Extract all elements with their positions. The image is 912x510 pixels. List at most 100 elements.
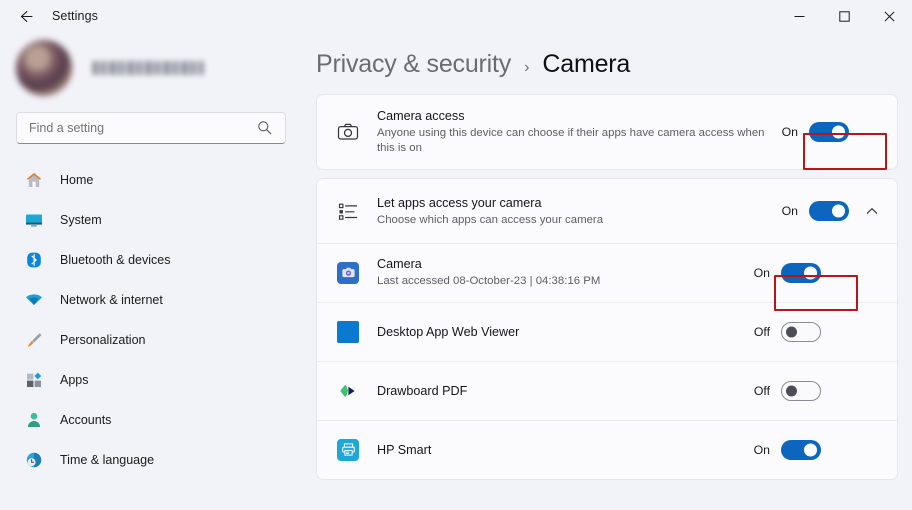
bluetooth-icon (22, 248, 46, 272)
app-name: Camera (377, 256, 740, 272)
app-control-camera: On (750, 263, 821, 283)
app-row-camera: Camera Last accessed 08-October-23 | 04:… (317, 243, 897, 302)
search-input[interactable] (16, 112, 286, 144)
sidebar-item-home[interactable]: Home (14, 160, 286, 200)
minimize-button[interactable] (777, 0, 822, 32)
hp-smart-icon (333, 439, 363, 461)
app-row-desktop-app-web-viewer: Desktop App Web Viewer Off (317, 302, 897, 361)
page-title: Camera (542, 50, 630, 79)
app-control-drawboard-pdf: Off (750, 381, 821, 401)
let-apps-description: Choose which apps can access your camera (377, 213, 768, 228)
app-state: On (750, 266, 770, 280)
toggle-knob (804, 443, 817, 456)
camera-access-state: On (778, 125, 798, 139)
toggle-knob (804, 266, 817, 279)
window-controls (777, 0, 912, 32)
home-icon (22, 168, 46, 192)
sidebar-item-apps[interactable]: Apps (14, 360, 286, 400)
sidebar-item-system[interactable]: System (14, 200, 286, 240)
toggle-knob (786, 326, 797, 337)
list-icon (333, 199, 363, 223)
camera-access-toggle[interactable] (809, 122, 849, 142)
window-title: Settings (52, 9, 98, 23)
sidebar-item-label: Accounts (60, 413, 111, 427)
let-apps-control: On (778, 201, 881, 221)
breadcrumb-parent-link[interactable]: Privacy & security (316, 50, 511, 79)
toggle-knob (832, 126, 845, 139)
sidebar-item-label: Network & internet (60, 293, 163, 307)
account-name (92, 61, 204, 75)
app-row-drawboard-pdf: Drawboard PDF Off (317, 361, 897, 420)
sidebar-item-label: Apps (60, 373, 89, 387)
camera-app-icon (333, 262, 363, 284)
app-control-desktop-app-web-viewer: Off (750, 322, 821, 342)
sidebar-nav: Home System (14, 160, 302, 480)
camera-access-title: Camera access (377, 108, 768, 124)
camera-access-text: Camera access Anyone using this device c… (377, 108, 778, 156)
sidebar-item-bluetooth-devices[interactable]: Bluetooth & devices (14, 240, 286, 280)
sidebar-item-label: Bluetooth & devices (60, 253, 171, 267)
app-state: On (750, 443, 770, 457)
camera-outline-icon (333, 120, 363, 144)
toggle-knob (786, 385, 797, 396)
let-apps-state: On (778, 204, 798, 218)
search-container (16, 112, 286, 144)
app-name: Desktop App Web Viewer (377, 324, 740, 340)
minimize-icon (794, 11, 805, 22)
accounts-icon (22, 408, 46, 432)
app-control-hp-smart: On (750, 440, 821, 460)
desktop-app-web-viewer-icon (333, 321, 363, 343)
toggle-knob (832, 205, 845, 218)
app-name: HP Smart (377, 442, 740, 458)
app-name: Drawboard PDF (377, 383, 740, 399)
settings-window: Settings (0, 0, 912, 510)
app-state: Off (750, 384, 770, 398)
close-icon (884, 11, 895, 22)
camera-access-card: Camera access Anyone using this device c… (316, 94, 898, 170)
content-pane: Privacy & security › Camera Camera ac (302, 32, 912, 510)
app-text-hp-smart: HP Smart (377, 442, 750, 458)
let-apps-row[interactable]: Let apps access your camera Choose which… (317, 179, 897, 243)
let-apps-title: Let apps access your camera (377, 195, 768, 211)
sidebar-item-label: Personalization (60, 333, 145, 347)
back-button[interactable] (8, 1, 42, 31)
let-apps-card: Let apps access your camera Choose which… (316, 178, 898, 480)
apps-icon (22, 368, 46, 392)
avatar (16, 40, 72, 96)
sidebar-item-network-internet[interactable]: Network & internet (14, 280, 286, 320)
sidebar: Home System (0, 32, 302, 510)
sidebar-item-accounts[interactable]: Accounts (14, 400, 286, 440)
app-row-hp-smart: HP Smart On (317, 420, 897, 479)
app-toggle-camera[interactable] (781, 263, 821, 283)
personalization-icon (22, 328, 46, 352)
sidebar-item-time-language[interactable]: Time & language (14, 440, 286, 480)
app-tile (337, 262, 359, 284)
window-body: Home System (0, 32, 912, 510)
sidebar-item-label: Home (60, 173, 93, 187)
let-apps-toggle[interactable] (809, 201, 849, 221)
drawboard-pdf-icon (333, 380, 363, 402)
app-toggle-desktop-app-web-viewer[interactable] (781, 322, 821, 342)
app-text-camera: Camera Last accessed 08-October-23 | 04:… (377, 256, 750, 289)
system-icon (22, 208, 46, 232)
app-last-accessed: Last accessed 08-October-23 | 04:38:16 P… (377, 274, 740, 289)
chevron-up-icon[interactable] (863, 204, 881, 218)
app-toggle-drawboard-pdf[interactable] (781, 381, 821, 401)
camera-access-control: On (778, 122, 849, 142)
close-button[interactable] (867, 0, 912, 32)
app-toggle-hp-smart[interactable] (781, 440, 821, 460)
camera-access-description: Anyone using this device can choose if t… (377, 126, 768, 156)
account-profile[interactable] (14, 32, 302, 104)
network-icon (22, 288, 46, 312)
app-tile (337, 321, 359, 343)
camera-access-row: Camera access Anyone using this device c… (317, 95, 897, 169)
title-bar: Settings (0, 0, 912, 32)
back-arrow-icon (17, 8, 34, 25)
app-tile (337, 439, 359, 461)
sidebar-item-label: Time & language (60, 453, 154, 467)
app-state: Off (750, 325, 770, 339)
breadcrumb: Privacy & security › Camera (316, 32, 898, 94)
sidebar-item-personalization[interactable]: Personalization (14, 320, 286, 360)
sidebar-item-label: System (60, 213, 102, 227)
maximize-button[interactable] (822, 0, 867, 32)
